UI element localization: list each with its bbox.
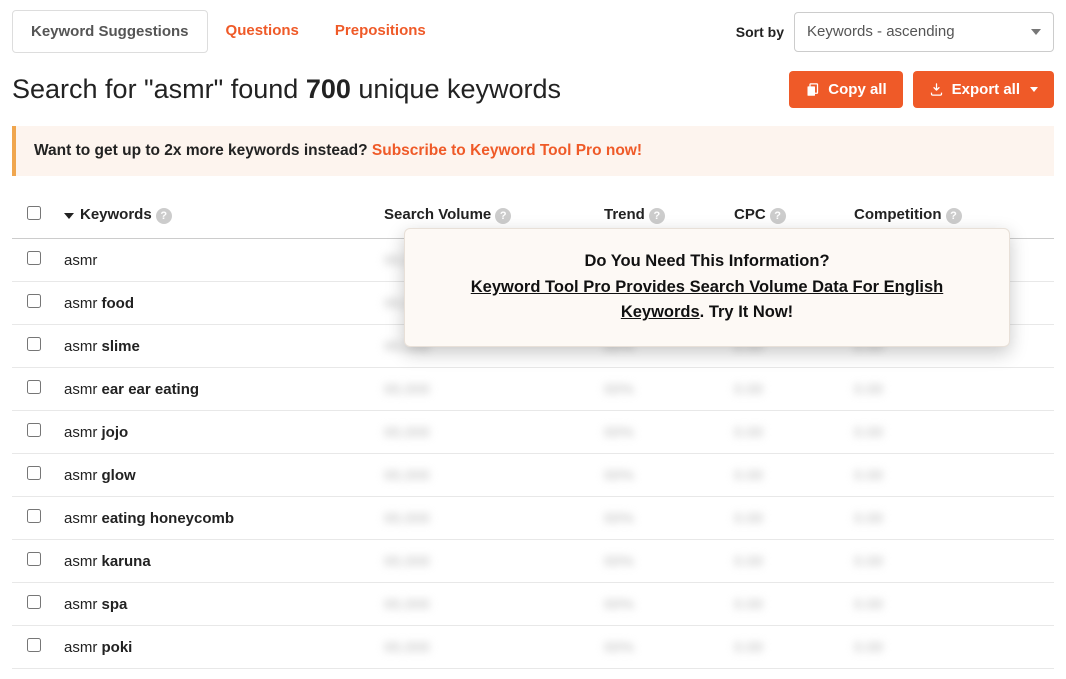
- help-icon[interactable]: ?: [946, 208, 962, 224]
- table-row: asmr poki 00,000 00% 0.00 0.00: [12, 626, 1054, 669]
- competition-blurred: 0.00: [854, 424, 883, 441]
- keyword-cell: asmr ear ear eating: [56, 368, 376, 411]
- trend-blurred: 00%: [604, 553, 634, 570]
- row-checkbox[interactable]: [27, 638, 41, 652]
- table-row: asmr eating honeycomb 00,000 00% 0.00 0.00: [12, 497, 1054, 540]
- copy-icon: [805, 82, 820, 97]
- row-checkbox[interactable]: [27, 337, 41, 351]
- keyword-cell: asmr karuna: [56, 540, 376, 583]
- tab-questions[interactable]: Questions: [208, 10, 317, 53]
- row-checkbox[interactable]: [27, 595, 41, 609]
- trend-blurred: 00%: [604, 467, 634, 484]
- volume-blurred: 00,000: [384, 553, 430, 570]
- row-checkbox[interactable]: [27, 466, 41, 480]
- volume-blurred: 00,000: [384, 424, 430, 441]
- table-row: asmr ear ear eating 00,000 00% 0.00 0.00: [12, 368, 1054, 411]
- tab-keyword-suggestions[interactable]: Keyword Suggestions: [12, 10, 208, 53]
- row-checkbox[interactable]: [27, 380, 41, 394]
- upgrade-overlay[interactable]: Do You Need This Information? Keyword To…: [404, 228, 1010, 347]
- tab-prepositions[interactable]: Prepositions: [317, 10, 444, 53]
- chevron-down-icon: [1031, 29, 1041, 35]
- competition-blurred: 0.00: [854, 381, 883, 398]
- row-checkbox[interactable]: [27, 251, 41, 265]
- help-icon[interactable]: ?: [649, 208, 665, 224]
- cpc-blurred: 0.00: [734, 381, 763, 398]
- copy-all-button[interactable]: Copy all: [789, 71, 902, 108]
- help-icon[interactable]: ?: [495, 208, 511, 224]
- promo-link[interactable]: Subscribe to Keyword Tool Pro now!: [372, 142, 642, 159]
- keyword-cell: asmr glow: [56, 454, 376, 497]
- keyword-cell: asmr jojo: [56, 411, 376, 454]
- cpc-blurred: 0.00: [734, 467, 763, 484]
- table-row: asmr spa 00,000 00% 0.00 0.00: [12, 583, 1054, 626]
- sort-select-value: Keywords - ascending: [807, 23, 955, 40]
- help-icon[interactable]: ?: [156, 208, 172, 224]
- col-header-keywords[interactable]: Keywords?: [56, 192, 376, 239]
- select-all-checkbox[interactable]: [27, 206, 41, 220]
- row-checkbox[interactable]: [27, 294, 41, 308]
- table-row: asmr karuna 00,000 00% 0.00 0.00: [12, 540, 1054, 583]
- results-headline: Search for "asmr" found 700 unique keywo…: [12, 74, 561, 105]
- trend-blurred: 00%: [604, 424, 634, 441]
- keyword-cell: asmr slime: [56, 325, 376, 368]
- volume-blurred: 00,000: [384, 639, 430, 656]
- competition-blurred: 0.00: [854, 553, 883, 570]
- volume-blurred: 00,000: [384, 467, 430, 484]
- volume-blurred: 00,000: [384, 381, 430, 398]
- overlay-line1: Do You Need This Information?: [429, 249, 985, 275]
- keyword-cell: asmr: [56, 239, 376, 282]
- keyword-cell: asmr poki: [56, 626, 376, 669]
- competition-blurred: 0.00: [854, 467, 883, 484]
- row-checkbox[interactable]: [27, 509, 41, 523]
- competition-blurred: 0.00: [854, 639, 883, 656]
- row-checkbox[interactable]: [27, 552, 41, 566]
- keyword-cell: asmr eating honeycomb: [56, 497, 376, 540]
- row-checkbox[interactable]: [27, 423, 41, 437]
- overlay-line2: Keyword Tool Pro Provides Search Volume …: [429, 275, 985, 326]
- trend-blurred: 00%: [604, 381, 634, 398]
- keyword-cell: asmr spa: [56, 583, 376, 626]
- promo-banner: Want to get up to 2x more keywords inste…: [12, 126, 1054, 176]
- table-row: asmr jojo 00,000 00% 0.00 0.00: [12, 411, 1054, 454]
- competition-blurred: 0.00: [854, 596, 883, 613]
- table-row: asmr glow 00,000 00% 0.00 0.00: [12, 454, 1054, 497]
- keyword-cell: asmr food: [56, 282, 376, 325]
- promo-text: Want to get up to 2x more keywords inste…: [34, 142, 372, 159]
- sort-select[interactable]: Keywords - ascending: [794, 12, 1054, 52]
- competition-blurred: 0.00: [854, 510, 883, 527]
- export-icon: [929, 82, 944, 97]
- sort-indicator-icon: [64, 213, 74, 219]
- copy-all-label: Copy all: [828, 81, 886, 98]
- sort-by-label: Sort by: [736, 24, 784, 40]
- export-all-button[interactable]: Export all: [913, 71, 1054, 108]
- help-icon[interactable]: ?: [770, 208, 786, 224]
- cpc-blurred: 0.00: [734, 553, 763, 570]
- volume-blurred: 00,000: [384, 510, 430, 527]
- tabs: Keyword Suggestions Questions Prepositio…: [12, 10, 444, 53]
- trend-blurred: 00%: [604, 596, 634, 613]
- trend-blurred: 00%: [604, 639, 634, 656]
- cpc-blurred: 0.00: [734, 639, 763, 656]
- cpc-blurred: 0.00: [734, 424, 763, 441]
- cpc-blurred: 0.00: [734, 596, 763, 613]
- export-all-label: Export all: [952, 81, 1020, 98]
- trend-blurred: 00%: [604, 510, 634, 527]
- volume-blurred: 00,000: [384, 596, 430, 613]
- chevron-down-icon: [1030, 87, 1038, 92]
- cpc-blurred: 0.00: [734, 510, 763, 527]
